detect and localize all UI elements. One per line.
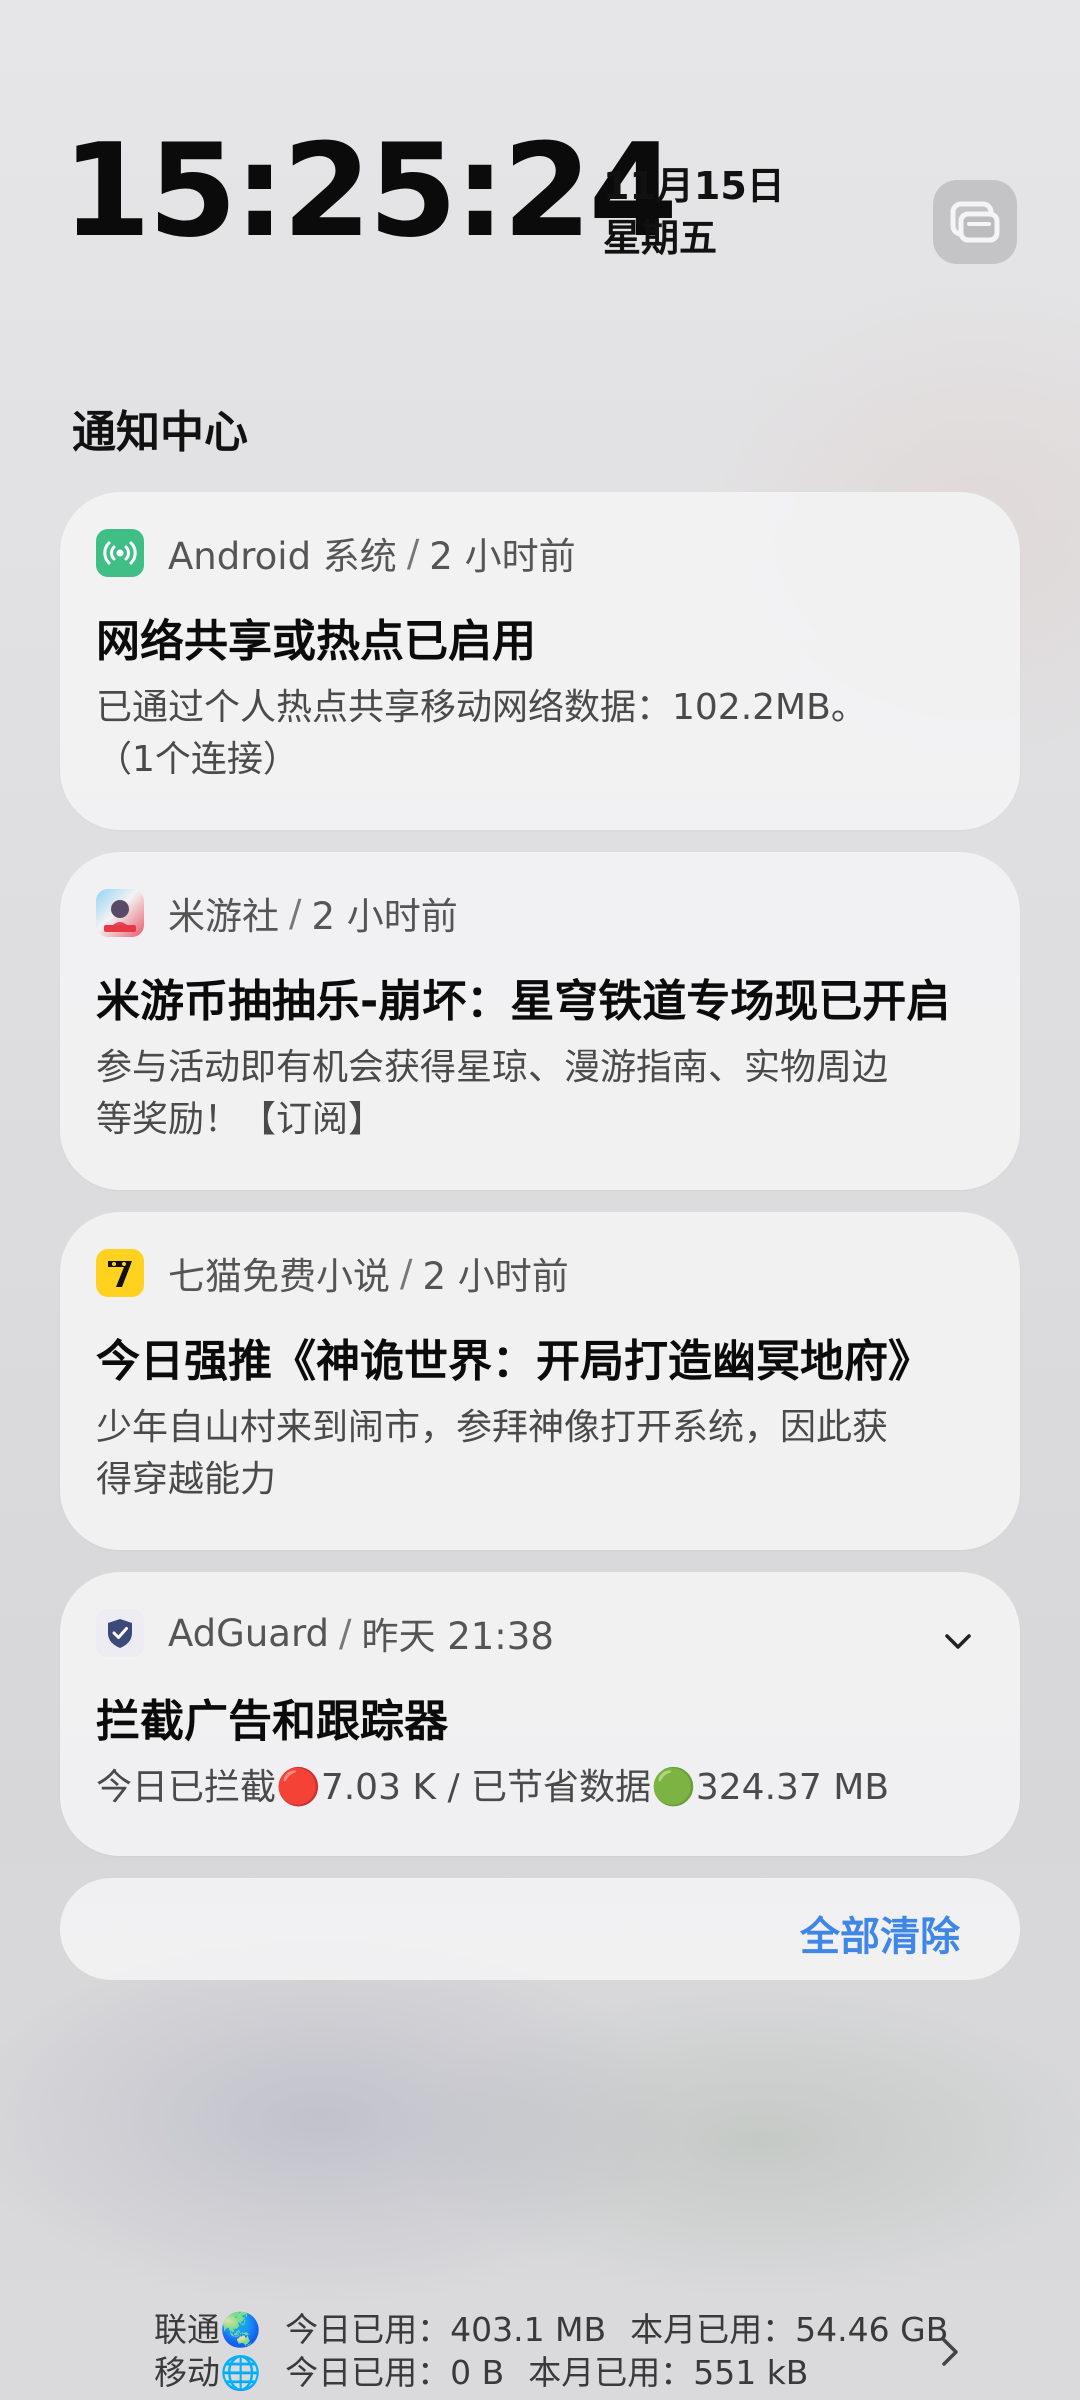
notification-time: 2 小时前	[422, 1255, 569, 1298]
month-usage: 本月已用：551 kB	[528, 2353, 809, 2392]
body-line: 参与活动即有机会获得星琼、漫游指南、实物周边	[96, 1047, 889, 1088]
chevron-right-icon[interactable]	[936, 2332, 966, 2372]
body-line: 得穿越能力	[96, 1459, 277, 1500]
today-usage: 今日已用：0 B	[285, 2353, 505, 2392]
data-usage-summary[interactable]: 联通🌏 今日已用：403.1 MB 本月已用：54.46 GB 移动🌐 今日已用：0 …	[154, 2308, 948, 2394]
notification-body: 已通过个人热点共享移动网络数据：102.2MB。 （1个连接）	[96, 682, 996, 786]
notification-title: 拦截广告和跟踪器	[96, 1696, 448, 1747]
notification-time: 昨天 21:38	[361, 1615, 554, 1658]
today-usage: 今日已用：403.1 MB	[285, 2310, 607, 2349]
notification-card-miyoushe[interactable]: 米游社 / 2 小时前 米游币抽抽乐-崩坏：星穹铁道专场现已开启 参与活动即有机…	[60, 852, 1020, 1190]
clear-all-button[interactable]: 全部清除	[800, 1904, 960, 1962]
body-line: （1个连接）	[96, 739, 299, 780]
hotspot-icon	[96, 529, 144, 577]
manage-notifications-button[interactable]	[933, 180, 1017, 264]
body-line: 等奖励！【订阅】	[96, 1099, 385, 1140]
chevron-down-icon[interactable]	[940, 1624, 976, 1660]
data-usage-row-mobile: 移动🌐 今日已用：0 B 本月已用：551 kB	[154, 2351, 948, 2394]
separator: /	[400, 1251, 413, 1295]
notification-header: 七猫免费小说 / 2 小时前	[96, 1248, 569, 1298]
manage-icon	[950, 201, 1000, 243]
weekday: 星期五	[603, 216, 718, 260]
body-line: 今日已拦截🔴7.03 K / 已节省数据🟢324.37 MB	[96, 1767, 890, 1808]
notification-title: 今日强推《神诡世界：开局打造幽冥地府》	[96, 1336, 932, 1387]
notification-body: 参与活动即有机会获得星琼、漫游指南、实物周边 等奖励！【订阅】	[96, 1042, 996, 1146]
miyoushe-app-icon	[96, 889, 144, 937]
notification-time: 2 小时前	[311, 895, 458, 938]
separator: /	[406, 531, 420, 575]
app-name: 米游社	[168, 895, 279, 938]
app-name: Android 系统	[168, 535, 397, 578]
carrier-label: 移动🌐	[154, 2353, 262, 2392]
adguard-shield-icon	[96, 1609, 144, 1657]
notification-header: Android 系统 / 2 小时前	[96, 528, 576, 578]
notification-center-title: 通知中心	[72, 407, 248, 458]
app-name: AdGuard	[168, 1611, 329, 1655]
clock-time: 15:25:24	[62, 117, 678, 266]
body-line: 少年自山村来到闹市，参拜神像打开系统，因此获	[96, 1407, 889, 1448]
carrier-label: 联通🌏	[154, 2310, 262, 2349]
notification-body: 少年自山村来到闹市，参拜神像打开系统，因此获 得穿越能力	[96, 1402, 996, 1506]
notification-title: 网络共享或热点已启用	[96, 616, 536, 667]
notification-card-android[interactable]: Android 系统 / 2 小时前 网络共享或热点已启用 已通过个人热点共享移…	[60, 492, 1020, 830]
separator: /	[289, 891, 302, 935]
data-usage-row-unicom: 联通🌏 今日已用：403.1 MB 本月已用：54.46 GB	[154, 2308, 948, 2351]
notification-card-adguard[interactable]: AdGuard / 昨天 21:38 拦截广告和跟踪器 今日已拦截🔴7.03 K…	[60, 1572, 1020, 1856]
qimao-app-icon	[96, 1249, 144, 1297]
date-block: 11月15日 星期五	[603, 160, 785, 264]
notification-card-qimao[interactable]: 七猫免费小说 / 2 小时前 今日强推《神诡世界：开局打造幽冥地府》 少年自山村…	[60, 1212, 1020, 1550]
notification-header: 米游社 / 2 小时前	[96, 888, 458, 938]
clear-all-bar: 全部清除	[60, 1878, 1020, 1980]
separator: /	[339, 1611, 352, 1655]
notification-time: 2 小时前	[429, 535, 576, 578]
notification-title: 米游币抽抽乐-崩坏：星穹铁道专场现已开启	[96, 976, 951, 1027]
notification-header: AdGuard / 昨天 21:38	[96, 1608, 554, 1658]
date: 11月15日	[603, 164, 785, 208]
body-line: 已通过个人热点共享移动网络数据：102.2MB。	[96, 687, 867, 728]
month-usage: 本月已用：54.46 GB	[630, 2310, 949, 2349]
notification-body: 今日已拦截🔴7.03 K / 已节省数据🟢324.37 MB	[96, 1762, 996, 1814]
app-name: 七猫免费小说	[168, 1255, 390, 1298]
